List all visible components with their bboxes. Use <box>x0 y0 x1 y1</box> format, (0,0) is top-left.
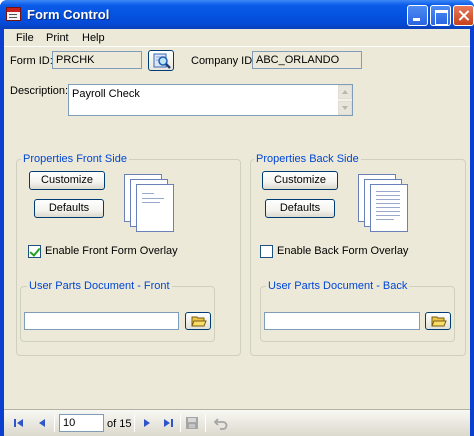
move-last-icon[interactable] <box>161 416 175 430</box>
minimize-button[interactable] <box>407 5 428 26</box>
form-id-label: Form ID: <box>10 55 53 67</box>
undo-icon[interactable] <box>214 416 228 430</box>
app-icon[interactable] <box>6 7 21 21</box>
front-user-parts-title: User Parts Document - Front <box>27 280 172 292</box>
description-label: Description: <box>10 85 69 97</box>
menu-print[interactable]: Print <box>46 32 69 44</box>
back-browse-button[interactable] <box>425 312 451 330</box>
menu-help[interactable]: Help <box>82 32 105 44</box>
save-icon[interactable] <box>185 416 199 430</box>
company-id-field[interactable]: ABC_ORLANDO <box>252 51 362 69</box>
front-user-parts-input[interactable] <box>24 312 179 330</box>
front-overlay-checkbox[interactable] <box>28 245 41 258</box>
front-customize-button[interactable]: Customize <box>29 171 105 190</box>
move-next-icon[interactable] <box>140 416 154 430</box>
front-defaults-button[interactable]: Defaults <box>34 199 104 218</box>
nav-separator <box>54 414 55 432</box>
scroll-down-arrow-icon[interactable] <box>338 101 352 115</box>
form-id-field[interactable]: PRCHK <box>52 51 142 69</box>
back-defaults-button[interactable]: Defaults <box>265 199 335 218</box>
maximize-button[interactable] <box>430 5 451 26</box>
nav-separator <box>134 414 135 432</box>
nav-separator <box>205 414 206 432</box>
back-group-title: Properties Back Side <box>254 153 361 165</box>
menu-file[interactable]: File <box>16 32 34 44</box>
description-scrollbar[interactable] <box>338 85 352 115</box>
front-overlay-label[interactable]: Enable Front Form Overlay <box>45 245 178 257</box>
front-group-title: Properties Front Side <box>21 153 129 165</box>
company-id-label: Company ID: <box>191 55 256 67</box>
back-customize-button[interactable]: Customize <box>262 171 338 190</box>
back-overlay-label[interactable]: Enable Back Form Overlay <box>277 245 408 257</box>
lookup-button[interactable] <box>148 50 174 71</box>
move-first-icon[interactable] <box>12 416 26 430</box>
front-browse-button[interactable] <box>185 312 211 330</box>
scroll-up-arrow-icon[interactable] <box>338 85 352 99</box>
back-user-parts-title: User Parts Document - Back <box>266 280 410 292</box>
close-button[interactable] <box>453 5 474 26</box>
description-text: Payroll Check <box>72 88 140 100</box>
move-previous-icon[interactable] <box>35 416 49 430</box>
form-control-window: Form Control File Print Help Form ID: PR… <box>0 0 474 436</box>
window-title: Form Control <box>27 7 110 22</box>
folder-open-icon <box>191 316 207 327</box>
client-area: File Print Help Form ID: PRCHK Company I… <box>4 29 470 436</box>
record-count-label: of 15 <box>107 418 132 430</box>
record-navigator: 10 of 15 <box>4 409 470 436</box>
description-textarea[interactable]: Payroll Check <box>68 84 353 116</box>
nav-separator <box>180 414 181 432</box>
back-user-parts-input[interactable] <box>264 312 420 330</box>
back-overlay-checkbox[interactable] <box>260 245 273 258</box>
position-input[interactable]: 10 <box>59 414 104 432</box>
folder-open-icon <box>431 316 447 327</box>
title-bar[interactable]: Form Control <box>0 0 474 29</box>
menu-bar: File Print Help <box>4 29 470 47</box>
magnifier-icon <box>153 53 171 69</box>
